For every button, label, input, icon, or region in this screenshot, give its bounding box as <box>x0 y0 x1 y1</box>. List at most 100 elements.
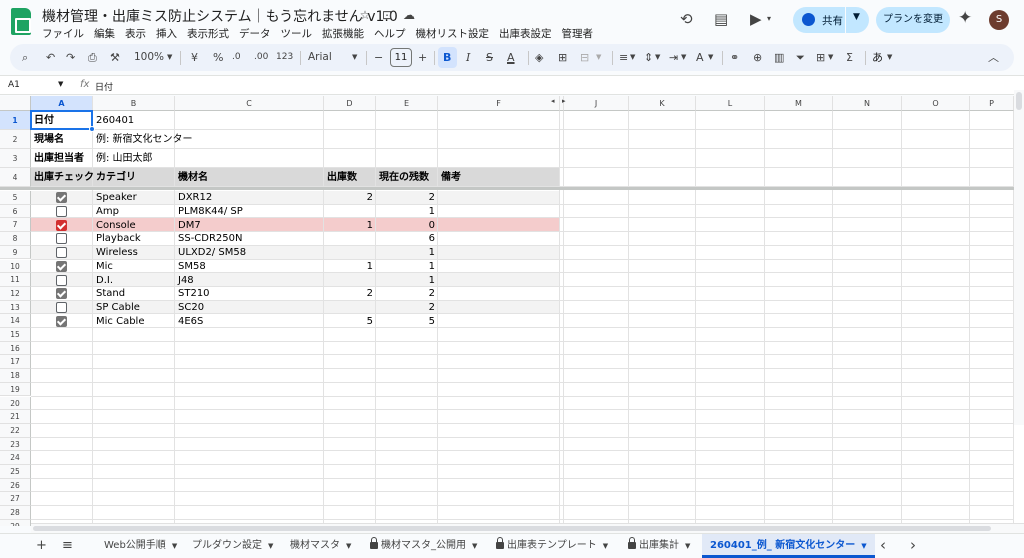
zoom-select[interactable]: 100% <box>134 50 164 65</box>
meet-icon[interactable]: ▶ <box>750 10 762 28</box>
font-select[interactable]: Arial <box>308 50 332 65</box>
sheets-logo-icon[interactable] <box>11 8 31 35</box>
font-dropdown-icon[interactable]: ▼ <box>352 50 357 65</box>
tab-dropdown-icon[interactable]: ▼ <box>685 542 690 550</box>
borders-icon[interactable]: ⊞ <box>558 50 567 65</box>
column-header[interactable]: B <box>93 96 175 111</box>
dispatch-checkbox[interactable] <box>56 206 67 218</box>
menu-file[interactable]: ファイル <box>42 26 89 41</box>
dispatch-qty-cell[interactable]: 2 <box>324 287 376 300</box>
merge-cells-icon[interactable]: ⊟ <box>580 50 589 65</box>
menu-tools[interactable]: ツール <box>276 26 318 41</box>
category-cell[interactable]: Speaker <box>93 191 175 204</box>
equipment-name-cell[interactable]: SM58 <box>175 260 324 273</box>
zoom-dropdown-icon[interactable]: ▼ <box>167 50 172 65</box>
percent-format-button[interactable]: % <box>213 50 223 65</box>
category-cell[interactable]: SP Cable <box>93 301 175 314</box>
row-header[interactable]: 25 <box>0 465 31 479</box>
row-header[interactable]: 15 <box>0 328 31 342</box>
tab-dropdown-icon[interactable]: ▼ <box>268 542 273 550</box>
text-wrap-icon[interactable]: ⇥ <box>669 50 678 65</box>
currency-format-button[interactable]: ¥ <box>191 50 198 65</box>
category-cell[interactable]: Playback <box>93 232 175 245</box>
comments-icon[interactable]: ▤ <box>714 10 728 28</box>
row-header[interactable]: 5 <box>0 191 31 205</box>
menu-view[interactable]: 表示 <box>120 26 151 41</box>
horizontal-align-icon[interactable]: ≡ <box>619 50 628 65</box>
equipment-name-cell[interactable]: ST210 <box>175 287 324 300</box>
add-sheet-icon[interactable]: + <box>36 538 47 553</box>
sheet-tab[interactable]: 機材マスタ ▼ <box>282 534 359 558</box>
vertical-scroll-thumb[interactable] <box>1016 92 1022 110</box>
undo-icon[interactable]: ↶ <box>46 50 55 65</box>
star-icon[interactable]: ☆ <box>357 8 373 22</box>
column-header[interactable]: N <box>833 96 902 111</box>
functions-icon[interactable]: Σ <box>846 50 853 65</box>
dispatch-qty-cell[interactable]: 1 <box>324 219 376 232</box>
insert-link-icon[interactable]: ⚭ <box>730 50 739 65</box>
row-header[interactable]: 18 <box>0 369 31 383</box>
sheet-tab[interactable]: 機材マスタ_公開用 ▼ <box>362 534 485 558</box>
avatar[interactable]: S <box>989 10 1009 30</box>
tab-dropdown-icon[interactable]: ▼ <box>472 542 477 550</box>
remaining-qty-cell[interactable]: 0 <box>376 219 438 232</box>
remaining-qty-cell[interactable]: 2 <box>376 301 438 314</box>
filter-views-dropdown-icon[interactable]: ▼ <box>828 50 833 65</box>
row-header[interactable]: 4 <box>0 168 31 187</box>
horizontal-scrollbar[interactable] <box>31 523 1024 533</box>
fill-color-icon[interactable]: ◈ <box>535 50 543 65</box>
row-header[interactable]: 26 <box>0 478 31 493</box>
category-cell[interactable]: Stand <box>93 287 175 300</box>
category-cell[interactable]: D.I. <box>93 274 175 287</box>
dispatch-qty-cell[interactable]: 5 <box>324 315 376 328</box>
category-cell[interactable]: Mic <box>93 260 175 273</box>
version-history-icon[interactable]: ⟲ <box>680 10 693 28</box>
dispatch-checkbox[interactable] <box>56 274 67 286</box>
row-header[interactable]: 12 <box>0 286 31 301</box>
gemini-sparkle-icon[interactable]: ✦ <box>958 8 972 28</box>
row-header[interactable]: 9 <box>0 245 31 260</box>
column-group-arrow-icon[interactable]: ◂ <box>551 97 555 105</box>
dispatch-checkbox[interactable] <box>56 288 67 300</box>
increase-decimal-button[interactable]: .00 <box>254 50 268 65</box>
sheet-tab[interactable]: 出庫表テンプレート ▼ <box>488 534 616 558</box>
column-header[interactable]: D <box>324 96 376 111</box>
info-value[interactable]: 260401 <box>93 114 324 127</box>
column-header[interactable]: K <box>629 96 696 111</box>
sheet-tab[interactable]: 260401_例_ 新宿文化センター ▼ <box>702 534 875 558</box>
decrease-font-size-icon[interactable]: − <box>374 50 383 65</box>
row-header[interactable]: 19 <box>0 382 31 397</box>
menu-format[interactable]: 表示形式 <box>182 26 234 41</box>
column-header[interactable]: L <box>696 96 765 111</box>
print-icon[interactable]: ⎙ <box>88 50 97 65</box>
dispatch-checkbox[interactable] <box>56 315 67 327</box>
meet-dropdown-icon[interactable]: ▾ <box>767 14 771 23</box>
input-tools-button[interactable]: あ <box>872 50 883 65</box>
info-value[interactable]: 例: 山田太郎 <box>93 152 324 165</box>
remaining-qty-cell[interactable]: 2 <box>376 191 438 204</box>
insert-comment-icon[interactable]: ⊕ <box>753 50 762 65</box>
name-box-dropdown-icon[interactable]: ▼ <box>58 80 63 88</box>
column-header[interactable]: O <box>902 96 970 111</box>
category-cell[interactable]: Console <box>93 219 175 232</box>
text-color-icon[interactable]: A <box>507 50 515 65</box>
more-formats-button[interactable]: 123 <box>276 50 293 65</box>
column-group-arrow-icon[interactable]: ▸ <box>562 97 566 105</box>
row-header[interactable]: 10 <box>0 259 31 274</box>
active-cell-selection[interactable] <box>30 110 93 130</box>
row-header[interactable]: 1 <box>0 111 31 130</box>
equipment-name-cell[interactable]: SS-CDR250N <box>175 232 324 245</box>
remaining-qty-cell[interactable]: 1 <box>376 260 438 273</box>
tab-dropdown-icon[interactable]: ▼ <box>172 542 177 550</box>
remaining-qty-cell[interactable]: 6 <box>376 232 438 245</box>
column-header[interactable]: P <box>970 96 1014 111</box>
column-header[interactable]: C <box>175 96 324 111</box>
redo-icon[interactable]: ↷ <box>66 50 75 65</box>
remaining-qty-cell[interactable]: 2 <box>376 287 438 300</box>
row-header[interactable]: 7 <box>0 218 31 233</box>
row-header[interactable]: 13 <box>0 300 31 315</box>
row-header[interactable]: 23 <box>0 437 31 452</box>
menu-data[interactable]: データ <box>234 26 276 41</box>
equipment-name-cell[interactable]: SC20 <box>175 301 324 314</box>
row-header[interactable]: 27 <box>0 492 31 507</box>
